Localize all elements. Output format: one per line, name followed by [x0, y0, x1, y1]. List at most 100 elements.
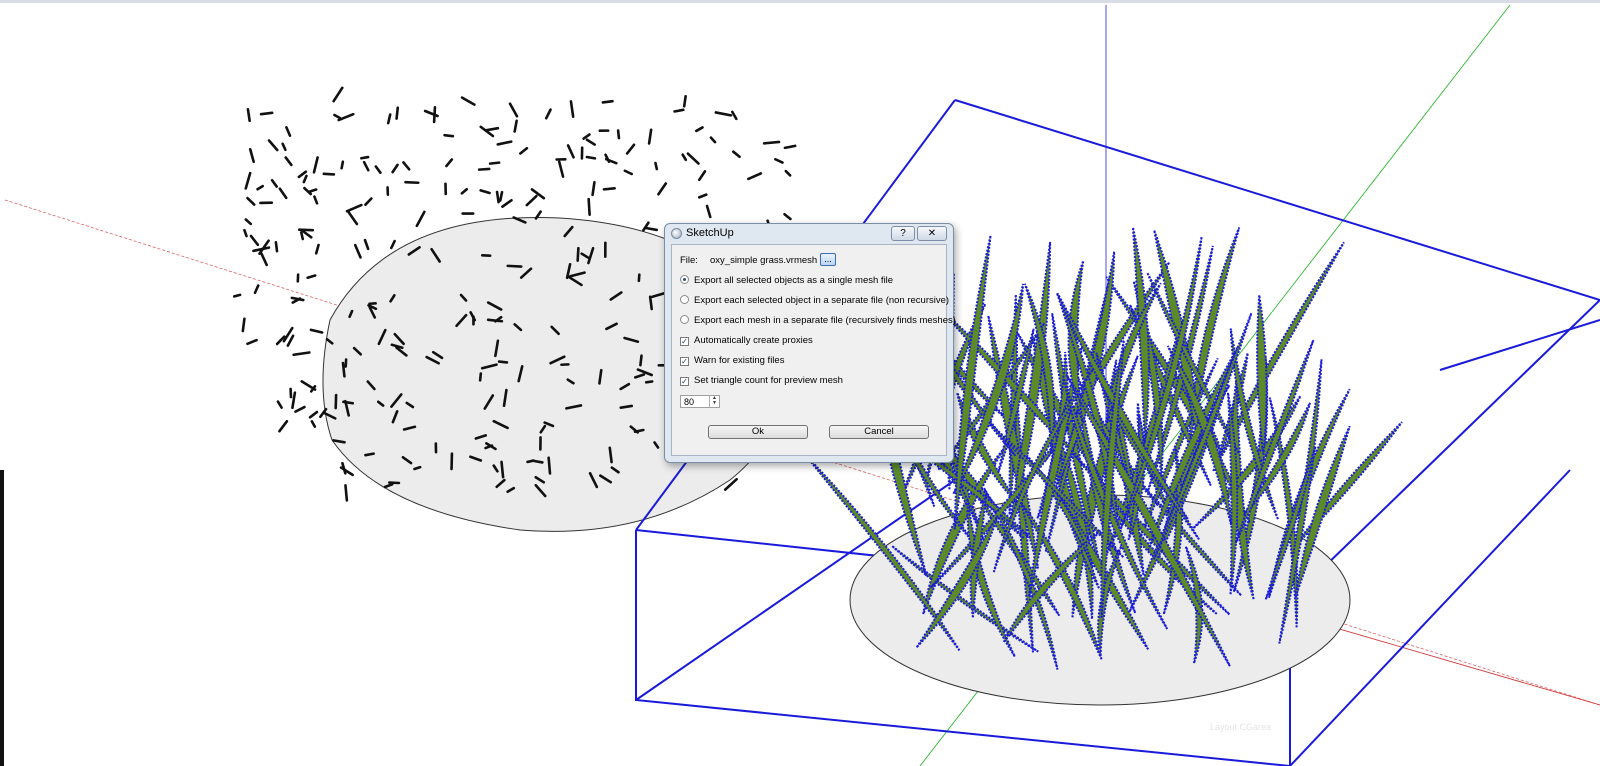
proxy-point [525, 194, 538, 207]
option-separate-mesh[interactable]: Export each mesh in a separate file (rec… [680, 315, 956, 326]
help-button[interactable]: ? [891, 226, 915, 241]
proxy-point [374, 165, 382, 174]
proxy-point [682, 95, 687, 108]
proxy-point [497, 360, 509, 364]
proxy-point [246, 338, 258, 346]
proxy-point [526, 459, 535, 464]
proxy-point [508, 102, 519, 118]
proxy-point [292, 351, 311, 357]
proxy-point [445, 158, 454, 168]
proxy-point [284, 156, 293, 167]
checkbox-warn-existing-label: Warn for existing files [694, 355, 785, 366]
proxy-point [569, 100, 575, 118]
proxy-point [308, 410, 319, 419]
proxy-point [587, 197, 591, 216]
checkbox-triangle-count-label: Set triangle count for preview mesh [694, 375, 843, 386]
proxy-point [395, 106, 400, 120]
triangle-count-stepper[interactable]: 80 ▲ ▼ [680, 395, 720, 408]
dialog-titlebar[interactable]: SketchUp ? ✕ [665, 224, 953, 244]
close-button[interactable]: ✕ [917, 226, 947, 241]
option-single-mesh[interactable]: Export all selected objects as a single … [680, 275, 893, 286]
radio-separate-object[interactable] [680, 295, 689, 304]
proxy-point [500, 460, 505, 479]
proxy-point [278, 187, 288, 200]
option-separate-object-label: Export each selected object in a separat… [694, 295, 950, 306]
proxy-point [485, 126, 500, 132]
proxy-point [302, 174, 308, 184]
checkbox-warn-existing[interactable]: ✓ Warn for existing files [680, 355, 784, 366]
proxy-point [310, 420, 317, 428]
proxy-point [513, 119, 518, 133]
radio-separate-mesh[interactable] [680, 315, 689, 324]
proxy-point [415, 210, 426, 228]
proxy-point [591, 181, 596, 197]
grass-blade [1256, 294, 1268, 455]
proxy-point [342, 400, 355, 405]
proxy-point [260, 252, 268, 267]
proxy-point [314, 243, 320, 255]
proxy-point [413, 465, 422, 471]
proxy-point [246, 196, 256, 206]
option-separate-object[interactable]: Export each selected object in a separat… [680, 295, 949, 306]
proxy-point [248, 147, 255, 164]
proxy-point [647, 128, 653, 145]
proxy-point [608, 446, 613, 464]
proxy-point [644, 380, 654, 384]
proxy-point [601, 99, 614, 104]
browse-button[interactable]: ... [820, 253, 836, 266]
proxy-point [557, 160, 565, 178]
radio-single-mesh[interactable] [680, 275, 689, 284]
sketchup-app-icon [671, 228, 682, 239]
proxy-point [294, 405, 306, 413]
proxy-point [341, 361, 346, 378]
proxy-point [477, 167, 491, 171]
ok-button[interactable]: Ok [708, 425, 808, 439]
top-border [0, 0, 1600, 3]
proxy-point [730, 110, 738, 121]
proxy-point [391, 163, 399, 174]
proxy-point [566, 144, 575, 159]
proxy-point [278, 420, 289, 433]
checkbox-warn-existing-box[interactable]: ✓ [680, 357, 689, 366]
proxy-point [501, 198, 513, 208]
proxy-point [360, 155, 370, 160]
proxy-point [244, 171, 252, 190]
proxy-point [341, 461, 347, 475]
proxy-point [362, 160, 370, 172]
stepper-arrows-icon[interactable]: ▲ ▼ [709, 396, 719, 407]
checkbox-auto-proxies-box[interactable]: ✓ [680, 337, 689, 346]
proxy-point [714, 111, 733, 117]
proxy-point [309, 328, 324, 334]
checkbox-triangle-count-box[interactable]: ✓ [680, 377, 689, 386]
triangle-count-value[interactable]: 80 [684, 396, 694, 408]
proxy-point [241, 317, 246, 333]
cancel-button[interactable]: Cancel [829, 425, 929, 439]
proxy-point [300, 380, 317, 391]
proxy-point [364, 452, 375, 457]
proxy-point [301, 229, 313, 239]
proxy-point [364, 197, 373, 207]
checkbox-triangle-count[interactable]: ✓ Set triangle count for preview mesh [680, 375, 843, 386]
proxy-point [657, 182, 668, 196]
proxy-point [486, 318, 504, 323]
proxy-point [443, 133, 455, 138]
proxy-point [290, 296, 305, 302]
file-path-field[interactable]: oxy_simple grass.vrmesh [710, 255, 817, 266]
proxy-point [602, 187, 616, 191]
proxy-point [249, 234, 260, 247]
proxy-point [598, 368, 603, 385]
proxy-point [544, 108, 552, 120]
proxy-point [783, 212, 792, 221]
proxy-point [747, 172, 763, 181]
proxy-point [308, 188, 318, 193]
proxy-point [274, 240, 279, 253]
checkbox-auto-proxies[interactable]: ✓ Automatically create proxies [680, 335, 813, 346]
proxy-point [654, 161, 659, 171]
checkbox-auto-proxies-label: Automatically create proxies [694, 335, 813, 346]
proxy-point [286, 334, 295, 347]
proxy-point [432, 106, 437, 124]
proxy-point [345, 203, 363, 213]
proxy-point [576, 246, 580, 262]
proxy-point [285, 126, 292, 137]
proxy-point [499, 190, 504, 202]
